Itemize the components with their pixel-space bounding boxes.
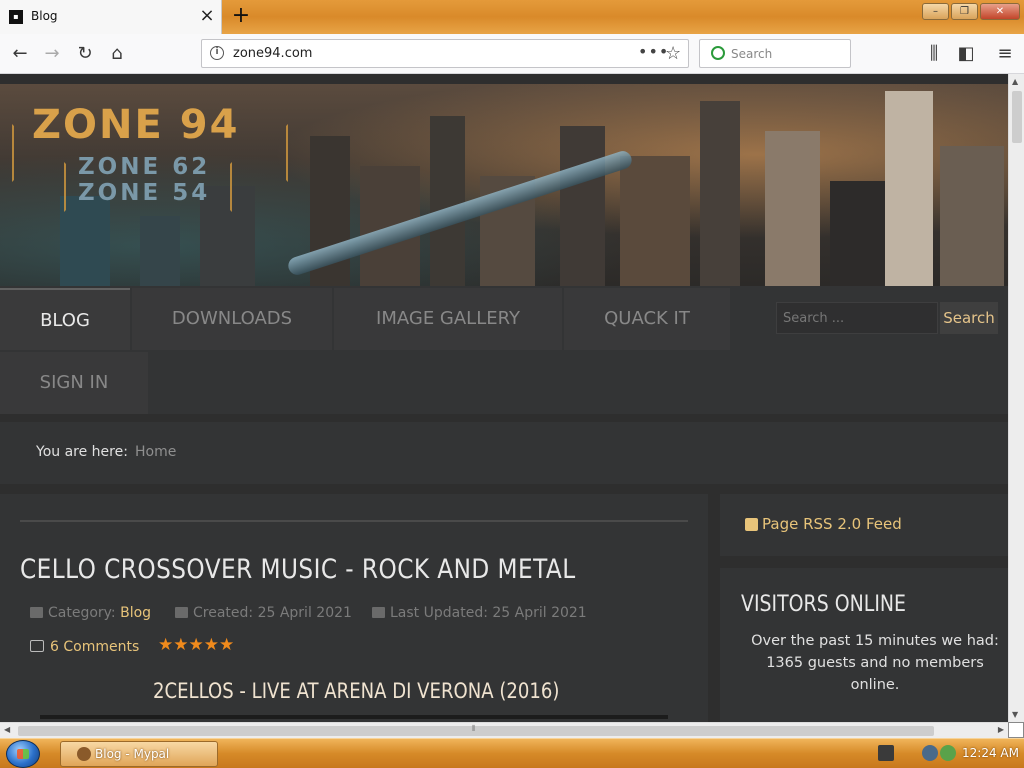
article-title[interactable]: CELLO CROSSOVER MUSIC - ROCK AND METAL (20, 554, 576, 585)
banner-building (430, 116, 465, 286)
reload-icon[interactable]: ↻ (73, 42, 97, 66)
mypal-icon (77, 747, 91, 761)
comments-count[interactable]: 6 Comments (50, 639, 139, 655)
category-link[interactable]: Blog (120, 605, 151, 621)
menu-item-quack-it[interactable]: QUACK IT (564, 288, 730, 350)
rating-stars[interactable]: ★★★★★ (158, 635, 234, 655)
category-label: Category: (48, 605, 116, 621)
taskbar: Blog - Mypal 12:24 AM (0, 738, 1024, 768)
browser-tab-blog[interactable]: ▪ Blog × (0, 0, 222, 34)
banner-building (560, 126, 605, 286)
menu-item-blog[interactable]: BLOG (0, 288, 130, 350)
volume-icon[interactable] (940, 745, 956, 761)
rss-feed-box: Page RSS 2.0 Feed (720, 494, 1008, 556)
minimize-button[interactable]: – (922, 3, 949, 20)
horizontal-scrollbar[interactable]: ◀ ⦀ ▶ (0, 722, 1008, 738)
menu-item-downloads[interactable]: DOWNLOADS (132, 288, 332, 350)
comment-icon (30, 640, 44, 652)
menu-item-sign-in[interactable]: SIGN IN (0, 352, 148, 414)
vertical-scrollbar[interactable]: ▲ ▼ (1008, 74, 1024, 722)
article-panel: CELLO CROSSOVER MUSIC - ROCK AND METAL C… (0, 494, 708, 722)
tab-title: Blog (31, 9, 58, 23)
video-embed-top (40, 715, 668, 719)
site-info-icon[interactable]: i (210, 46, 224, 60)
banner-building (700, 101, 740, 286)
tab-favicon-icon: ▪ (9, 10, 23, 24)
start-button[interactable] (6, 740, 40, 768)
logo-main-text: ZONE 94 (32, 102, 240, 148)
created-date: Created: 25 April 2021 (193, 605, 352, 621)
banner-building (140, 216, 180, 286)
rss-icon (745, 518, 758, 531)
breadcrumb: You are here: Home (0, 422, 1008, 484)
home-icon[interactable]: ⌂ (105, 42, 129, 66)
visitors-title: VISITORS ONLINE (741, 592, 907, 617)
horizontal-scroll-thumb[interactable] (18, 726, 934, 736)
search-engine-icon (711, 46, 725, 60)
article-subtitle: 2CELLOS - LIVE AT ARENA DI VERONA (2016) (153, 679, 560, 703)
tab-close-icon[interactable]: × (198, 6, 216, 26)
bookmark-star-icon[interactable]: ☆ (665, 43, 681, 64)
scroll-up-icon[interactable]: ▲ (1012, 77, 1018, 86)
banner-building (830, 181, 890, 286)
breadcrumb-label: You are here: (36, 444, 128, 460)
scrollbar-corner (1008, 722, 1024, 738)
menu-item-image-gallery[interactable]: IMAGE GALLERY (334, 288, 562, 350)
article-category: Category: Blog (30, 605, 151, 621)
calendar-icon (372, 607, 385, 618)
maximize-button[interactable]: ❐ (951, 3, 978, 20)
browser-search-input[interactable]: Search (699, 39, 851, 68)
visitors-text: Over the past 15 minutes we had: 1365 gu… (751, 633, 999, 693)
page-viewport: ZONE 94 ZONE 62 ZONE 54 BLOG DOWNLOADS I… (0, 74, 1008, 722)
rss-feed-link[interactable]: Page RSS 2.0 Feed (762, 515, 902, 533)
menu-hamburger-icon[interactable]: ≡ (993, 42, 1017, 66)
updated-date: Last Updated: 25 April 2021 (390, 605, 587, 621)
library-icon[interactable]: ⫼ (922, 42, 946, 66)
taskbar-item-mypal[interactable]: Blog - Mypal (60, 741, 218, 767)
scroll-grip-icon: ⦀ (472, 724, 476, 733)
logo-sub-text: ZONE 54 (78, 180, 211, 206)
sidebar-icon[interactable]: ◧ (954, 42, 978, 66)
scroll-down-icon[interactable]: ▼ (1012, 710, 1018, 719)
main-menu: BLOG DOWNLOADS IMAGE GALLERY QUACK IT SI… (0, 286, 1008, 414)
logo-sub-text: ZONE 62 (78, 154, 211, 180)
banner-building (765, 131, 820, 286)
taskbar-clock[interactable]: 12:24 AM (962, 746, 1019, 760)
banner-building (940, 146, 1004, 286)
visitors-online-box: VISITORS ONLINE Over the past 15 minutes… (720, 568, 1008, 722)
window-controls: – ❐ ✕ (922, 3, 1020, 20)
vertical-scroll-thumb[interactable] (1012, 91, 1022, 143)
article-divider (20, 520, 688, 522)
site-banner: ZONE 94 ZONE 62 ZONE 54 (0, 84, 1008, 286)
breadcrumb-home-link[interactable]: Home (135, 444, 176, 460)
browser-titlebar: ▪ Blog × + – ❐ ✕ (0, 0, 1024, 34)
site-search-input[interactable]: Search ... (776, 302, 938, 334)
network-icon[interactable] (922, 745, 938, 761)
folder-icon (30, 607, 43, 618)
url-bar[interactable]: i zone94.com ••• ☆ (201, 39, 689, 68)
scroll-left-icon[interactable]: ◀ (4, 725, 10, 734)
back-arrow-icon[interactable]: ← (8, 42, 32, 66)
browser-navbar: ← → ↻ ⌂ i zone94.com ••• ☆ Search ⫼ ◧ ≡ (0, 34, 1024, 74)
article-updated: Last Updated: 25 April 2021 (372, 605, 587, 621)
scroll-right-icon[interactable]: ▶ (998, 725, 1004, 734)
keyboard-icon[interactable] (878, 745, 894, 761)
browser-search-placeholder: Search (731, 47, 773, 61)
banner-building (620, 156, 690, 286)
close-window-button[interactable]: ✕ (980, 3, 1020, 20)
site-search-button[interactable]: Search (940, 302, 998, 334)
taskbar-item-label: Blog - Mypal (95, 747, 170, 761)
calendar-icon (175, 607, 188, 618)
forward-arrow-icon[interactable]: → (40, 42, 64, 66)
comments-link[interactable]: 6 Comments (30, 639, 139, 655)
banner-building (885, 91, 933, 286)
article-created: Created: 25 April 2021 (175, 605, 352, 621)
new-tab-button[interactable]: + (230, 4, 252, 28)
url-text[interactable]: zone94.com (233, 46, 312, 61)
